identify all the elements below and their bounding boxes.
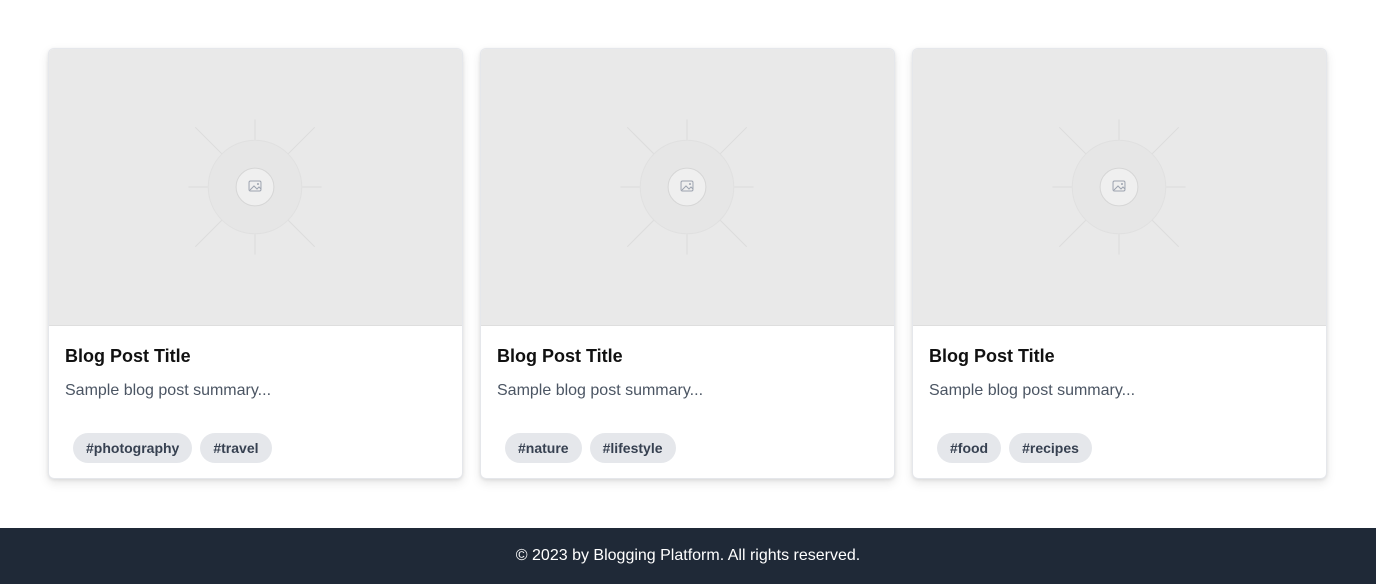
post-image-placeholder xyxy=(913,49,1326,326)
tag-list: #nature #lifestyle xyxy=(505,433,676,463)
tag-chip[interactable]: #lifestyle xyxy=(589,433,676,463)
post-card[interactable]: Blog Post Title Sample blog post summary… xyxy=(480,48,895,479)
post-image-placeholder xyxy=(49,49,462,326)
image-placeholder-icon xyxy=(1052,119,1186,255)
post-summary: Sample blog post summary... xyxy=(65,382,272,399)
tag-chip[interactable]: #recipes xyxy=(1009,433,1092,463)
post-card-grid: Blog Post Title Sample blog post summary… xyxy=(48,48,1327,479)
post-title[interactable]: Blog Post Title xyxy=(497,344,878,368)
site-footer: © 2023 by Blogging Platform. All rights … xyxy=(0,528,1376,584)
tag-list: #food #recipes xyxy=(937,433,1092,463)
tag-chip[interactable]: #photography xyxy=(73,433,193,463)
page: Blog Post Title Sample blog post summary… xyxy=(0,0,1376,584)
post-summary: Sample blog post summary... xyxy=(497,382,704,399)
image-placeholder-icon xyxy=(188,119,322,255)
image-placeholder-icon xyxy=(620,119,754,255)
tag-chip[interactable]: #travel xyxy=(200,433,272,463)
footer-copyright: © 2023 by Blogging Platform. All rights … xyxy=(515,547,861,564)
post-card[interactable]: Blog Post Title Sample blog post summary… xyxy=(912,48,1327,479)
tag-chip[interactable]: #nature xyxy=(505,433,582,463)
post-image-placeholder xyxy=(481,49,894,326)
post-card[interactable]: Blog Post Title Sample blog post summary… xyxy=(48,48,463,479)
post-title[interactable]: Blog Post Title xyxy=(65,344,446,368)
post-summary: Sample blog post summary... xyxy=(929,382,1136,399)
post-title[interactable]: Blog Post Title xyxy=(929,344,1310,368)
tag-list: #photography #travel xyxy=(73,433,272,463)
tag-chip[interactable]: #food xyxy=(937,433,1002,463)
